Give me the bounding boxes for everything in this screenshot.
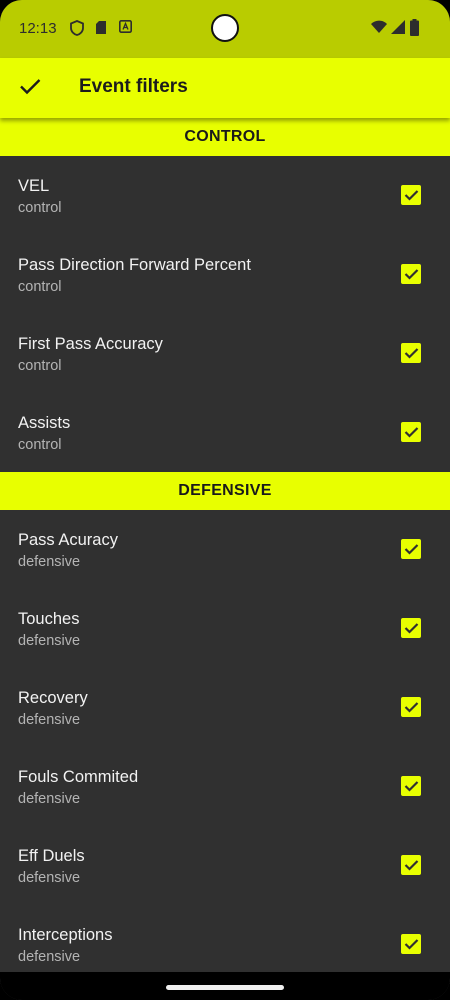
battery-icon xyxy=(410,19,419,41)
checkbox[interactable] xyxy=(401,934,421,954)
translate-icon xyxy=(119,20,133,36)
item-subtitle: defensive xyxy=(18,633,81,649)
phone-screen: 12:13 Event filters CONTROL VEL control … xyxy=(0,0,450,1000)
item-title: Pass Acuracy xyxy=(18,531,118,549)
home-gesture-handle[interactable] xyxy=(166,985,284,990)
list-item[interactable]: Touches defensive xyxy=(0,589,450,668)
checkbox[interactable] xyxy=(401,776,421,796)
checkbox[interactable] xyxy=(401,264,421,284)
item-title: Interceptions xyxy=(18,926,113,944)
item-subtitle: defensive xyxy=(18,791,81,807)
checkbox[interactable] xyxy=(401,343,421,363)
confirm-button[interactable] xyxy=(14,72,46,104)
check-icon xyxy=(19,77,41,100)
item-title: Pass Direction Forward Percent xyxy=(18,256,251,274)
item-subtitle: defensive xyxy=(18,712,81,728)
checkbox[interactable] xyxy=(401,539,421,559)
item-subtitle: control xyxy=(18,200,62,216)
checkbox[interactable] xyxy=(401,185,421,205)
camera-cutout xyxy=(211,14,239,42)
wifi-icon xyxy=(371,20,387,39)
item-subtitle: defensive xyxy=(18,870,81,886)
checkbox[interactable] xyxy=(401,618,421,638)
list-item[interactable]: Pass Acuracy defensive xyxy=(0,510,450,589)
signal-icon xyxy=(391,20,405,39)
list-item[interactable]: Eff Duels defensive xyxy=(0,826,450,905)
list-item[interactable]: Pass Direction Forward Percent control xyxy=(0,235,450,314)
status-bar: 12:13 xyxy=(0,0,450,58)
list-item[interactable]: Assists control xyxy=(0,393,450,472)
item-title: First Pass Accuracy xyxy=(18,335,163,353)
item-title: Recovery xyxy=(18,689,88,707)
filter-list: CONTROL VEL control Pass Direction Forwa… xyxy=(0,118,450,984)
item-title: Assists xyxy=(18,414,71,432)
sd-card-icon xyxy=(95,20,109,36)
item-title: Fouls Commited xyxy=(18,768,139,786)
item-title: Eff Duels xyxy=(18,847,85,865)
item-title: VEL xyxy=(18,177,50,195)
checkbox[interactable] xyxy=(401,422,421,442)
shield-icon xyxy=(70,20,84,36)
list-item[interactable]: First Pass Accuracy control xyxy=(0,314,450,393)
status-time: 12:13 xyxy=(19,20,57,37)
item-subtitle: defensive xyxy=(18,949,81,965)
checkbox[interactable] xyxy=(401,855,421,875)
checkbox[interactable] xyxy=(401,697,421,717)
page-title: Event filters xyxy=(79,76,188,97)
item-subtitle: control xyxy=(18,358,62,374)
item-subtitle: control xyxy=(18,279,62,295)
app-bar: Event filters xyxy=(0,58,450,118)
section-header-control: CONTROL xyxy=(0,118,450,156)
list-item[interactable]: Recovery defensive xyxy=(0,668,450,747)
item-title: Touches xyxy=(18,610,80,628)
item-subtitle: control xyxy=(18,437,62,453)
section-header-defensive: DEFENSIVE xyxy=(0,472,450,510)
item-subtitle: defensive xyxy=(18,554,81,570)
list-item[interactable]: VEL control xyxy=(0,156,450,235)
navigation-bar xyxy=(0,972,450,1000)
list-item[interactable]: Fouls Commited defensive xyxy=(0,747,450,826)
